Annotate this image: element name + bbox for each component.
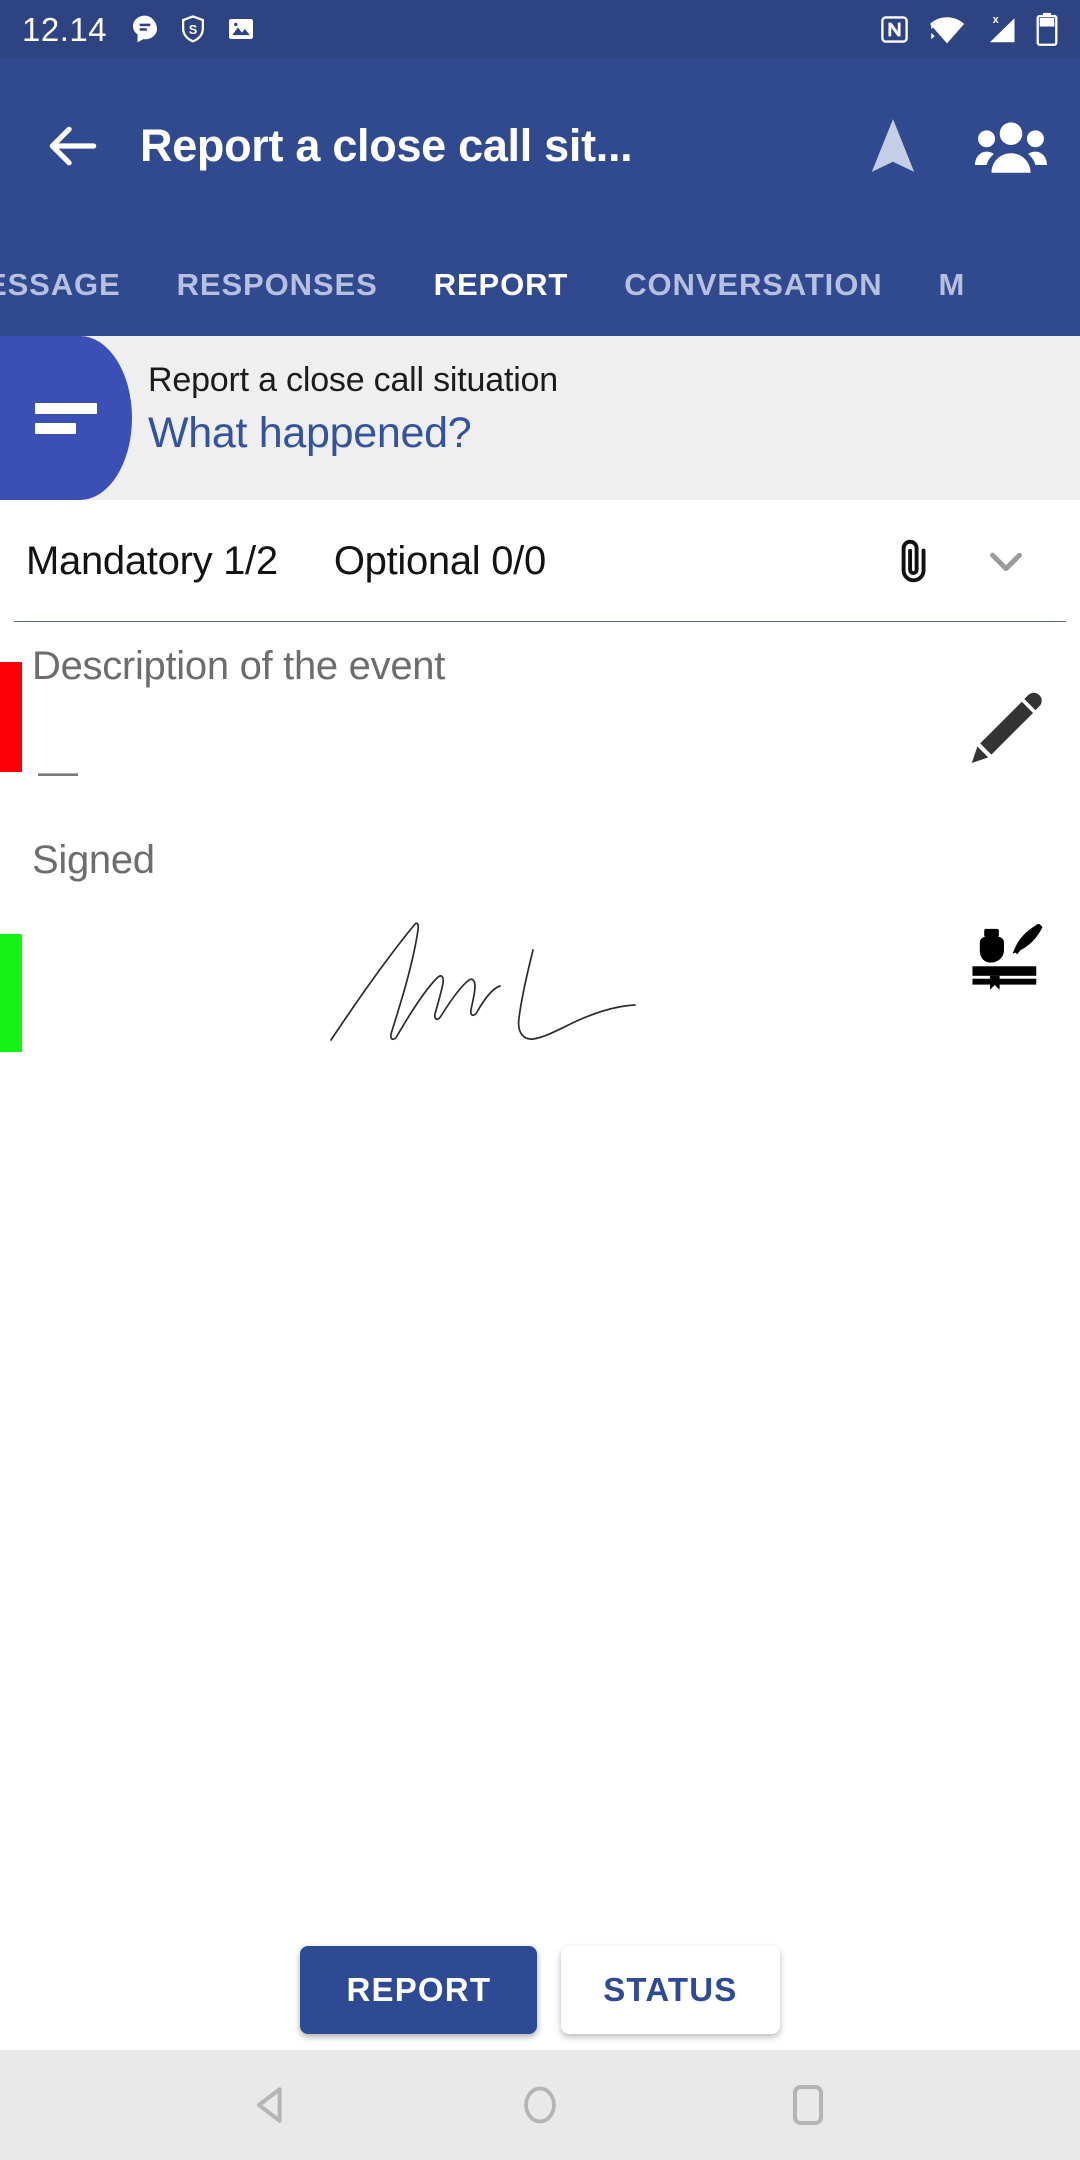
bottom-action-bar: REPORT STATUS bbox=[0, 1930, 1080, 2050]
shield-s-icon: S bbox=[182, 15, 205, 43]
signature-image bbox=[330, 922, 636, 1041]
app-screen: 12.14 S x Report a close call sit... SSA… bbox=[0, 0, 1080, 2160]
android-nav-bar bbox=[0, 2050, 1080, 2160]
field-label: Signed bbox=[32, 838, 155, 882]
triangle-back-icon bbox=[256, 2087, 282, 2123]
circle-home-icon bbox=[524, 2086, 556, 2124]
wifi-icon bbox=[929, 16, 965, 43]
tab-more[interactable]: M bbox=[911, 234, 994, 336]
navigation-arrow-icon bbox=[871, 119, 915, 172]
status-badge-complete bbox=[0, 934, 22, 1052]
question-subtitle: Report a close call situation bbox=[148, 361, 558, 399]
status-button[interactable]: STATUS bbox=[561, 1946, 780, 2034]
navigate-button[interactable] bbox=[854, 107, 932, 185]
tab-responses[interactable]: RESPONSES bbox=[149, 234, 406, 336]
status-time: 12.14 bbox=[22, 10, 108, 48]
photo-icon bbox=[229, 19, 254, 39]
chevron-down-icon bbox=[990, 552, 1022, 572]
tab-report[interactable]: REPORT bbox=[406, 234, 597, 336]
expand-button[interactable] bbox=[974, 529, 1038, 593]
back-button[interactable] bbox=[30, 103, 116, 189]
svg-text:x: x bbox=[993, 13, 1000, 25]
report-button[interactable]: REPORT bbox=[300, 1946, 538, 2034]
tab-conversation[interactable]: CONVERSATION bbox=[596, 234, 910, 336]
signal-no-sim-icon: x bbox=[989, 13, 1015, 42]
tab-message[interactable]: ESSAGE bbox=[0, 234, 149, 336]
edit-description-button[interactable] bbox=[956, 680, 1052, 776]
people-group-icon bbox=[975, 122, 1047, 173]
pen-icon bbox=[971, 692, 1042, 763]
quill-inkwell-icon bbox=[972, 923, 1043, 990]
status-badge-required bbox=[0, 662, 22, 772]
people-button[interactable] bbox=[972, 107, 1050, 185]
list-lines-icon bbox=[35, 394, 97, 443]
square-recents-icon bbox=[792, 2084, 824, 2126]
optional-count: Optional 0/0 bbox=[333, 538, 546, 583]
battery-icon bbox=[1036, 12, 1058, 46]
nav-home-button[interactable] bbox=[502, 2067, 578, 2143]
sign-button[interactable] bbox=[956, 908, 1052, 1004]
svg-text:S: S bbox=[189, 22, 198, 37]
paperclip-icon bbox=[901, 539, 926, 583]
page-title: Report a close call sit... bbox=[140, 120, 633, 171]
nfc-icon bbox=[881, 15, 908, 43]
attachment-button[interactable] bbox=[882, 529, 946, 593]
question-texts: Report a close call situation What happe… bbox=[148, 360, 558, 460]
back-arrow-icon bbox=[49, 126, 97, 166]
tab-bar[interactable]: ESSAGE RESPONSES REPORT CONVERSATION M bbox=[0, 234, 1080, 336]
field-value: — bbox=[38, 750, 78, 794]
status-notification-icons: S bbox=[129, 13, 257, 45]
mandatory-count: Mandatory 1/2 bbox=[26, 538, 278, 583]
field-label: Description of the event bbox=[32, 644, 446, 688]
question-header-card: Report a close call situation What happe… bbox=[0, 336, 1080, 500]
nav-back-button[interactable] bbox=[234, 2067, 310, 2143]
field-signed[interactable]: Signed bbox=[0, 822, 1080, 1072]
field-description-of-the-event[interactable]: Description of the event — bbox=[0, 622, 1080, 822]
status-system-icons: x bbox=[878, 12, 1058, 46]
app-bar: Report a close call sit... bbox=[0, 58, 1080, 234]
question-list-tab[interactable] bbox=[0, 336, 132, 500]
nav-recents-button[interactable] bbox=[770, 2067, 846, 2143]
status-bar: 12.14 S x bbox=[0, 0, 1080, 58]
message-icon bbox=[133, 15, 158, 43]
question-title: What happened? bbox=[148, 409, 472, 458]
counts-row: Mandatory 1/2 Optional 0/0 bbox=[0, 500, 1080, 622]
app-bar-actions bbox=[854, 107, 1050, 185]
counts-actions bbox=[882, 529, 1054, 593]
